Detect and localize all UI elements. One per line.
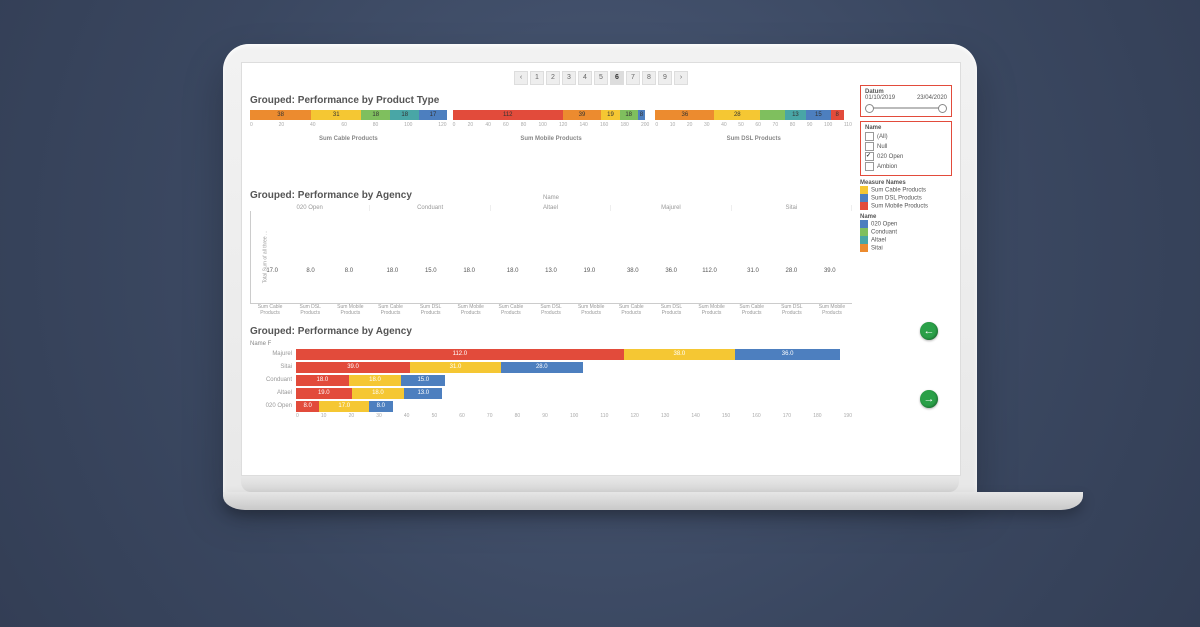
section3-header: Name F xyxy=(250,341,852,347)
section2-axis-label: Name xyxy=(543,195,559,201)
section3-title: Grouped: Performance by Agency xyxy=(250,326,852,337)
page-7[interactable]: 7 xyxy=(626,71,640,85)
filter-option-020 Open[interactable]: 020 Open xyxy=(865,152,947,161)
section2-xlabels: Sum Cable ProductsSum DSL ProductsSum Mo… xyxy=(250,305,852,316)
legend-item: Sum Cable Products xyxy=(860,186,952,194)
stage: ‹123456789› Grouped: Performance by Prod… xyxy=(0,0,1200,627)
section1-title: Grouped: Performance by Product Type xyxy=(250,95,852,106)
laptop-bezel: ‹123456789› Grouped: Performance by Prod… xyxy=(223,44,977,492)
page-›[interactable]: › xyxy=(674,71,688,85)
page-8[interactable]: 8 xyxy=(642,71,656,85)
legend-name-item: Conduant xyxy=(860,228,952,236)
chart-product-type: 3831181817020406080100120Sum Cable Produ… xyxy=(250,110,852,142)
section3-axis: 0102030405060708090100110120130140150160… xyxy=(296,413,852,419)
pagination[interactable]: ‹123456789› xyxy=(250,71,952,85)
arrow-right-icon: → xyxy=(924,393,935,405)
next-button[interactable]: → xyxy=(920,390,938,408)
stacked-row: 020 Open8.017.08.0 xyxy=(250,400,852,412)
page-4[interactable]: 4 xyxy=(578,71,592,85)
legend-item: Sum Mobile Products xyxy=(860,202,952,210)
filter-option-Null[interactable]: Null xyxy=(865,142,947,151)
chart-agency-grouped: Total Sum of all three ... 17.08.08.018.… xyxy=(250,211,852,304)
filter-name[interactable]: Name (All)Null020 OpenAmbion xyxy=(860,121,952,176)
page-9[interactable]: 9 xyxy=(658,71,672,85)
stacked-row: Altael19.018.013.0 xyxy=(250,387,852,399)
page-5[interactable]: 5 xyxy=(594,71,608,85)
page-1[interactable]: 1 xyxy=(530,71,544,85)
legend-name-item: 020 Open xyxy=(860,220,952,228)
filter-datum-end: 23/04/2020 xyxy=(917,95,947,101)
arrow-left-icon: ← xyxy=(924,325,935,337)
filter-datum[interactable]: Datum 01/10/2019 23/04/2020 xyxy=(860,85,952,117)
page-6[interactable]: 6 xyxy=(610,71,624,85)
laptop-base xyxy=(241,476,959,492)
stacked-row: Conduant18.018.015.0 xyxy=(250,374,852,386)
page-2[interactable]: 2 xyxy=(546,71,560,85)
dashboard-screen: ‹123456789› Grouped: Performance by Prod… xyxy=(241,62,961,476)
legend-name-item: Sitai xyxy=(860,244,952,252)
laptop-mockup: ‹123456789› Grouped: Performance by Prod… xyxy=(223,44,977,510)
section2-ylabel: Total Sum of all three ... xyxy=(262,231,268,284)
filter-name-title: Name xyxy=(865,125,947,131)
stacked-row: Majurel112.038.036.0 xyxy=(250,348,852,360)
prev-button[interactable]: ← xyxy=(920,322,938,340)
legend-measures: Measure Names Sum Cable ProductsSum DSL … xyxy=(860,180,952,252)
legend-item: Sum DSL Products xyxy=(860,194,952,202)
stacked-row: Sitai39.031.028.0 xyxy=(250,361,852,373)
filter-option-Ambion[interactable]: Ambion xyxy=(865,162,947,171)
laptop-keyboard xyxy=(223,492,1083,510)
datum-slider[interactable] xyxy=(865,105,947,111)
page-‹[interactable]: ‹ xyxy=(514,71,528,85)
page-3[interactable]: 3 xyxy=(562,71,576,85)
legend-name-item: Altael xyxy=(860,236,952,244)
chart-agency-stacked: Majurel112.038.036.0Sitai39.031.028.0Con… xyxy=(250,348,852,412)
filter-datum-start: 01/10/2019 xyxy=(865,95,895,101)
filter-option-(All)[interactable]: (All) xyxy=(865,132,947,141)
